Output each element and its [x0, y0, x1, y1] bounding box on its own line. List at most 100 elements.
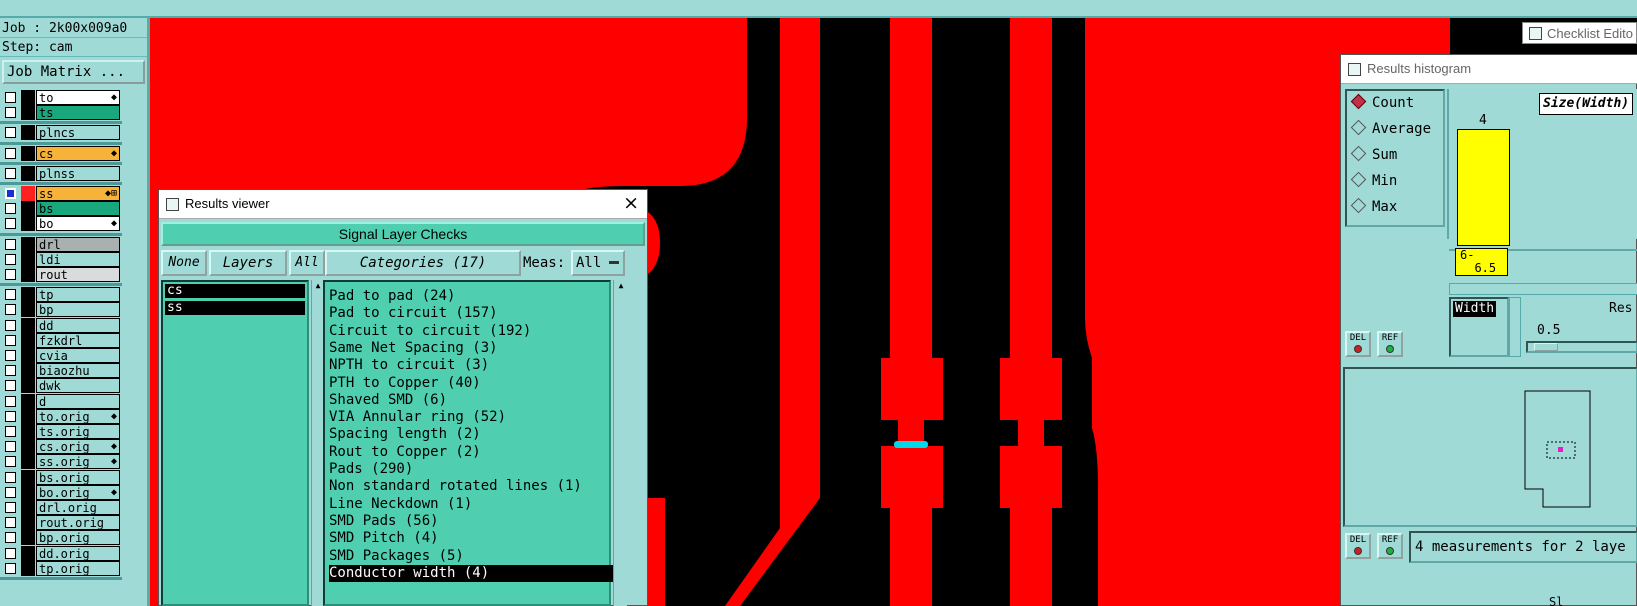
layer-row-dwk[interactable]: dwk: [2, 378, 120, 394]
width-scrollbar[interactable]: [1509, 297, 1521, 357]
section-signal-layer-checks[interactable]: Signal Layer Checks: [161, 222, 645, 246]
category-item[interactable]: VIA Annular ring (52): [329, 409, 506, 426]
layer-checkbox[interactable]: [5, 517, 16, 529]
category-item[interactable]: Rout to Copper (2): [329, 444, 481, 461]
layer-checkbox[interactable]: [5, 319, 16, 331]
layer-item-ss[interactable]: ss: [165, 301, 305, 315]
checklist-editor-window[interactable]: Checklist Edito: [1522, 22, 1637, 44]
layer-checkbox[interactable]: [5, 253, 16, 265]
layer-name[interactable]: to: [36, 90, 120, 105]
layer-row-plncs[interactable]: plncs: [2, 125, 120, 141]
board-preview[interactable]: [1343, 367, 1637, 527]
res-slider[interactable]: [1526, 341, 1637, 353]
layer-row-ldi[interactable]: ldi: [2, 251, 120, 267]
layer-name[interactable]: ldi: [36, 251, 120, 267]
mode-radio-sum[interactable]: Sum: [1350, 145, 1397, 165]
layer-name[interactable]: plnss: [36, 165, 120, 181]
layer-row-biaozhu[interactable]: biaozhu: [2, 363, 120, 379]
layer-name[interactable]: dd: [36, 317, 120, 333]
layer-name[interactable]: bo.orig: [36, 484, 120, 500]
del-button-bottom[interactable]: DEL: [1345, 533, 1371, 559]
width-label[interactable]: Width: [1453, 301, 1497, 317]
category-item[interactable]: Line Neckdown (1): [329, 496, 472, 513]
layer-row-tp-orig[interactable]: tp.orig: [2, 560, 120, 576]
layer-name[interactable]: dwk: [36, 378, 120, 394]
results-viewer-titlebar[interactable]: Results viewer ×: [159, 190, 647, 219]
layer-name[interactable]: rout.orig: [36, 515, 120, 531]
category-item[interactable]: Non standard rotated lines (1): [329, 478, 582, 495]
category-item[interactable]: Same Net Spacing (3): [329, 340, 498, 357]
layer-row-rout[interactable]: rout: [2, 267, 120, 282]
layer-checkbox[interactable]: [5, 147, 16, 159]
results-histogram-titlebar[interactable]: Results histogram: [1341, 55, 1637, 84]
category-item[interactable]: Pads (290): [329, 461, 413, 478]
layer-name[interactable]: cs.orig: [36, 439, 120, 455]
histogram-hscrollbar[interactable]: [1449, 283, 1637, 295]
categories-list[interactable]: Pad to pad (24) Pad to circuit (157) Circu…: [323, 280, 619, 606]
category-item[interactable]: Spacing length (2): [329, 426, 481, 443]
res-slider-handle[interactable]: [1534, 343, 1558, 351]
layer-name[interactable]: cvia: [36, 348, 120, 363]
layer-checkbox[interactable]: [5, 456, 16, 468]
layer-checkbox[interactable]: [5, 395, 16, 407]
layer-row-plnss[interactable]: plnss: [2, 165, 120, 181]
category-item[interactable]: SMD Packages (5): [329, 548, 464, 565]
layer-name[interactable]: bp.orig: [36, 530, 120, 546]
layer-row-ss[interactable]: ss ◆⊞: [2, 186, 120, 201]
layer-row-ts[interactable]: ts: [2, 105, 120, 121]
scroll-up-arrow-icon[interactable]: ▲: [615, 280, 627, 292]
layer-checkbox[interactable]: [5, 127, 16, 139]
layer-checkbox[interactable]: [5, 562, 16, 574]
layer-name[interactable]: bs.orig: [36, 469, 120, 485]
layer-checkbox[interactable]: [5, 441, 16, 453]
layer-name[interactable]: tp: [36, 287, 120, 303]
category-item[interactable]: SMD Pitch (4): [329, 530, 439, 547]
layer-checkbox[interactable]: [5, 532, 16, 544]
layer-name[interactable]: tp.orig: [36, 560, 120, 576]
none-button[interactable]: None: [161, 250, 207, 276]
layer-checkbox[interactable]: [5, 502, 16, 513]
layer-row-bp-orig[interactable]: bp.orig: [2, 530, 120, 546]
mode-radio-max[interactable]: Max: [1350, 197, 1397, 217]
layer-row-to[interactable]: to ◆: [2, 90, 120, 105]
layer-name[interactable]: plncs: [36, 125, 120, 141]
category-item[interactable]: Conductor width (4): [329, 564, 619, 582]
del-button[interactable]: DEL: [1345, 331, 1371, 357]
layer-row-d[interactable]: d: [2, 393, 120, 409]
layer-row-dd-orig[interactable]: dd.orig: [2, 545, 120, 561]
layer-name[interactable]: d: [36, 393, 120, 409]
layer-row-rout-orig[interactable]: rout.orig: [2, 515, 120, 531]
layer-checkbox[interactable]: [5, 334, 16, 346]
layer-row-bo[interactable]: bo ◆: [2, 216, 120, 232]
layer-name[interactable]: drl: [36, 236, 120, 252]
layer-checkbox[interactable]: [5, 107, 16, 119]
layer-row-to-orig[interactable]: to.orig ◆: [2, 408, 120, 424]
layer-name[interactable]: ss.orig: [36, 454, 120, 470]
layer-checkbox[interactable]: [5, 218, 16, 230]
layer-row-cvia[interactable]: cvia: [2, 348, 120, 363]
layer-row-drl[interactable]: drl: [2, 236, 120, 252]
layer-row-ss-orig[interactable]: ss.orig ◆: [2, 454, 120, 470]
layer-checkbox[interactable]: [5, 380, 16, 392]
mode-radio-count[interactable]: Count: [1350, 93, 1414, 113]
close-icon[interactable]: ×: [623, 192, 639, 214]
layer-row-bs-orig[interactable]: bs.orig: [2, 469, 120, 485]
layers-button[interactable]: Layers: [209, 250, 287, 276]
category-item[interactable]: Pad to pad (24): [329, 288, 455, 305]
layer-name[interactable]: bp: [36, 302, 120, 318]
category-item[interactable]: Shaved SMD (6): [329, 392, 447, 409]
layers-scrollbar[interactable]: ▲: [311, 280, 323, 606]
layer-name[interactable]: rout: [36, 267, 120, 282]
layer-name[interactable]: bo: [36, 216, 120, 232]
layer-checkbox[interactable]: [5, 547, 16, 559]
job-matrix-button[interactable]: Job Matrix ...: [2, 60, 145, 84]
mode-radio-average[interactable]: Average: [1350, 119, 1431, 139]
layer-name[interactable]: dd.orig: [36, 545, 120, 561]
all-layers-button[interactable]: All: [289, 250, 325, 276]
category-item[interactable]: NPTH to circuit (3): [329, 357, 489, 374]
mode-radio-min[interactable]: Min: [1350, 171, 1397, 191]
layer-row-cs-orig[interactable]: cs.orig ◆: [2, 439, 120, 455]
layer-checkbox[interactable]: [5, 289, 16, 301]
layer-checkbox[interactable]: [5, 486, 16, 498]
layer-checkbox[interactable]: [5, 269, 16, 280]
